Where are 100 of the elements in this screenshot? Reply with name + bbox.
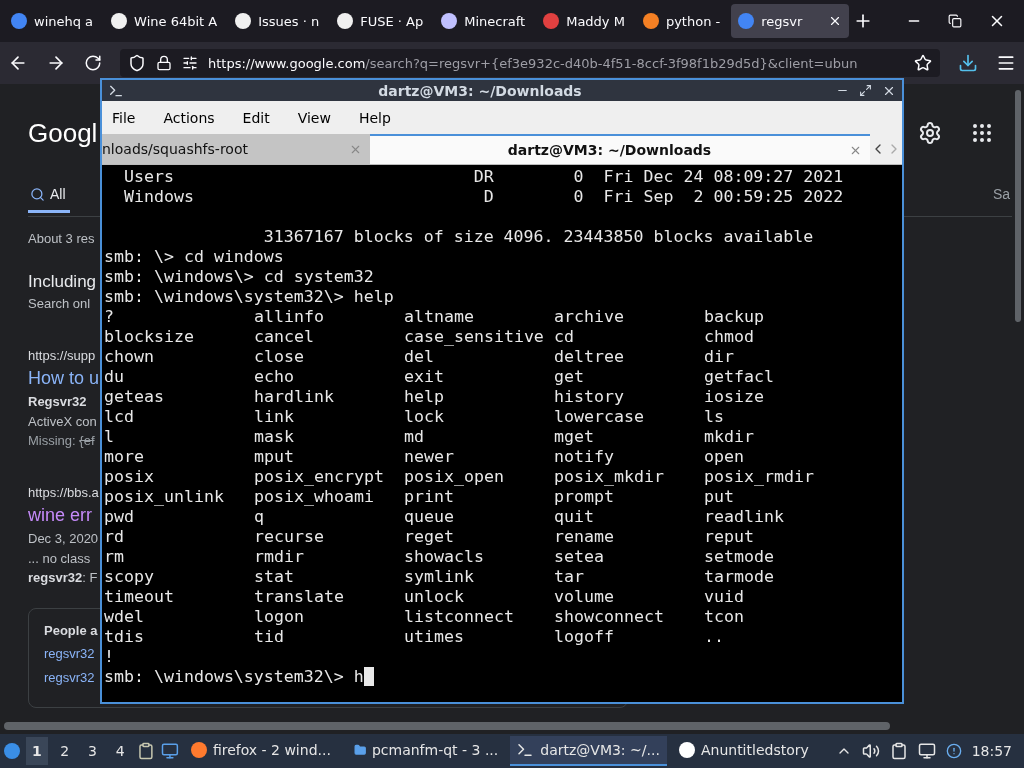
result-snippet: Regsvr32 xyxy=(28,393,87,411)
browser-tab[interactable]: winehq a xyxy=(4,4,101,38)
terminal-line: Windows D 0 Fri Sep 2 00:59:25 2022 xyxy=(122,187,844,206)
browser-tab[interactable]: Maddy M xyxy=(536,4,632,38)
command-name: get xyxy=(554,367,585,387)
command-name: case_sensitive xyxy=(404,327,545,347)
command-name: history xyxy=(554,387,625,407)
taskbar-button[interactable]: pcmanfm-qt - 3 ... xyxy=(347,736,505,766)
command-name: mkdir xyxy=(704,427,755,447)
result-snippet: regsvr32: F xyxy=(28,569,98,587)
command-name: readlink xyxy=(704,507,785,527)
command-name: print xyxy=(404,487,455,507)
terminal-tab[interactable]: nloads/squashfs-root xyxy=(102,134,370,164)
command-name: mput xyxy=(254,447,295,467)
result-snippet: ... no class xyxy=(28,549,91,568)
command-name: showconnect xyxy=(554,607,665,627)
logo: Googl xyxy=(28,117,98,149)
window-title: dartz@VM3: ~/Downloads xyxy=(377,82,583,99)
question-link[interactable]: regsvr32 xyxy=(44,667,95,687)
menu-item[interactable]: Help xyxy=(358,109,391,126)
command-name: dir xyxy=(704,347,735,367)
command-name: listconnect xyxy=(404,607,515,627)
command-name: close xyxy=(254,347,305,367)
command-name: newer xyxy=(404,447,455,467)
browser-tab[interactable]: FUSE · Ap xyxy=(330,4,431,38)
browser-tab[interactable]: Minecraft xyxy=(434,4,533,38)
command-name: chown xyxy=(104,347,155,367)
command-name: setea xyxy=(554,547,605,567)
command-name: hardlink xyxy=(254,387,335,407)
workspace-button[interactable]: 3 xyxy=(81,737,104,765)
command-name: more xyxy=(104,447,145,467)
workspace-button[interactable]: 2 xyxy=(53,737,76,765)
command-name: utimes xyxy=(404,627,465,647)
terminal-line: smb: \> cd windows xyxy=(104,247,284,266)
command-name: symlink xyxy=(404,567,475,587)
command-name: vuid xyxy=(704,587,745,607)
result-title[interactable]: wine err xyxy=(28,502,93,529)
command-name: tid xyxy=(254,627,285,647)
command-name: deltree xyxy=(554,347,625,367)
browser-tab[interactable]: regsvr xyxy=(731,4,850,38)
taskbar-button[interactable]: firefox - 2 wind... xyxy=(184,736,342,766)
including-heading: Including xyxy=(28,270,97,293)
terminal-line: smb: \windows\system32\> help xyxy=(104,287,394,306)
workspace-button[interactable]: 4 xyxy=(109,737,132,765)
command-name: setmode xyxy=(704,547,775,567)
command-name: tdis xyxy=(104,627,145,647)
menu-item[interactable]: File xyxy=(112,109,136,126)
result-snippet: ActiveX con xyxy=(28,412,97,431)
command-name: allinfo xyxy=(254,307,325,327)
result-title[interactable]: How to u xyxy=(28,365,100,392)
command-name: lcd xyxy=(104,407,135,427)
taskbar-button[interactable]: dartz@VM3: ~/... xyxy=(510,736,667,766)
browser-tab[interactable]: Issues · n xyxy=(228,4,327,38)
command-name: open xyxy=(704,447,745,467)
command-name: posix_mkdir xyxy=(554,467,665,487)
command-name: reput xyxy=(704,527,755,547)
terminal-line: Users DR 0 Fri Dec 24 08:09:27 2021 xyxy=(122,167,844,186)
command-name: tar xyxy=(554,567,585,587)
command-name: archive xyxy=(554,307,625,327)
command-name: wdel xyxy=(104,607,145,627)
card-title: People a xyxy=(44,621,98,640)
command-name: posix_whoami xyxy=(254,487,375,507)
command-name: echo xyxy=(254,367,295,387)
question-link[interactable]: regsvr32 xyxy=(44,644,95,664)
search-tab[interactable]: All xyxy=(28,182,70,213)
command-name: mget xyxy=(554,427,595,447)
clock: 18:57 xyxy=(971,743,1012,759)
menu-item[interactable]: Actions xyxy=(163,109,215,126)
terminal-tab[interactable]: dartz@VM3: ~/Downloads xyxy=(370,134,870,164)
command-name: scopy xyxy=(104,567,155,587)
command-name: du xyxy=(104,367,125,387)
command-name: lock xyxy=(404,407,445,427)
browser-tab[interactable]: Wine 64bit A xyxy=(104,4,225,38)
command-name: logon xyxy=(254,607,305,627)
browser-tab[interactable]: python - xyxy=(635,4,728,38)
command-name: recurse xyxy=(254,527,325,547)
terminal-line: smb: \windows\> cd system32 xyxy=(104,267,374,286)
search-only-link[interactable]: Search onl xyxy=(28,294,91,314)
command-name: posix xyxy=(104,467,155,487)
search-tab[interactable]: Sa xyxy=(992,186,1010,202)
command-name: tarmode xyxy=(704,567,775,587)
command-name: ls xyxy=(704,407,725,427)
command-name: geteas xyxy=(104,387,165,407)
command-name: translate xyxy=(254,587,345,607)
command-name: volume xyxy=(554,587,615,607)
result-snippet: Dec 3, 2020 xyxy=(28,530,99,548)
command-name: posix_unlink xyxy=(104,487,225,507)
taskbar-button[interactable]: Anuntitledstory xyxy=(672,736,830,766)
command-name: posix_open xyxy=(404,467,505,487)
command-name: mask xyxy=(254,427,295,447)
command-name: lowercase xyxy=(554,407,645,427)
menu-item[interactable]: Edit xyxy=(242,109,270,126)
command-name: md xyxy=(404,427,425,447)
menu-item[interactable]: View xyxy=(297,109,331,126)
url-field[interactable]: https://www.google.com/search?q=regsvr+{ef3e932c-d40b-4f51-8ccf-3f98f1b29d5d}&client=ubun xyxy=(120,49,940,77)
command-name: exit xyxy=(404,367,445,387)
command-name: rename xyxy=(554,527,615,547)
workspace-button[interactable]: 1 xyxy=(26,737,48,765)
command-name: posix_encrypt xyxy=(254,467,385,487)
command-name: del xyxy=(404,347,435,367)
